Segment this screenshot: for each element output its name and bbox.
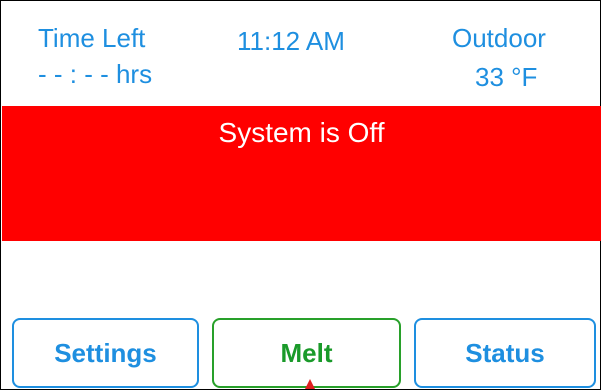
display-screen: Time Left - - : - - hrs 11:12 AM Outdoor…	[0, 0, 601, 390]
settings-button[interactable]: Settings	[12, 318, 199, 388]
status-button[interactable]: Status	[414, 318, 596, 388]
outdoor-label: Outdoor	[452, 23, 546, 53]
time-left-value: - - : - - hrs	[38, 59, 153, 89]
melt-button[interactable]: Melt	[212, 318, 401, 388]
outdoor-temperature: 33 °F	[475, 62, 538, 92]
system-status-message: System is Off	[218, 117, 385, 148]
selection-pointer-icon	[305, 379, 315, 389]
clock-display: 11:12 AM	[237, 26, 345, 56]
system-status-banner: System is Off	[2, 106, 601, 241]
time-left-label: Time Left	[38, 23, 146, 53]
